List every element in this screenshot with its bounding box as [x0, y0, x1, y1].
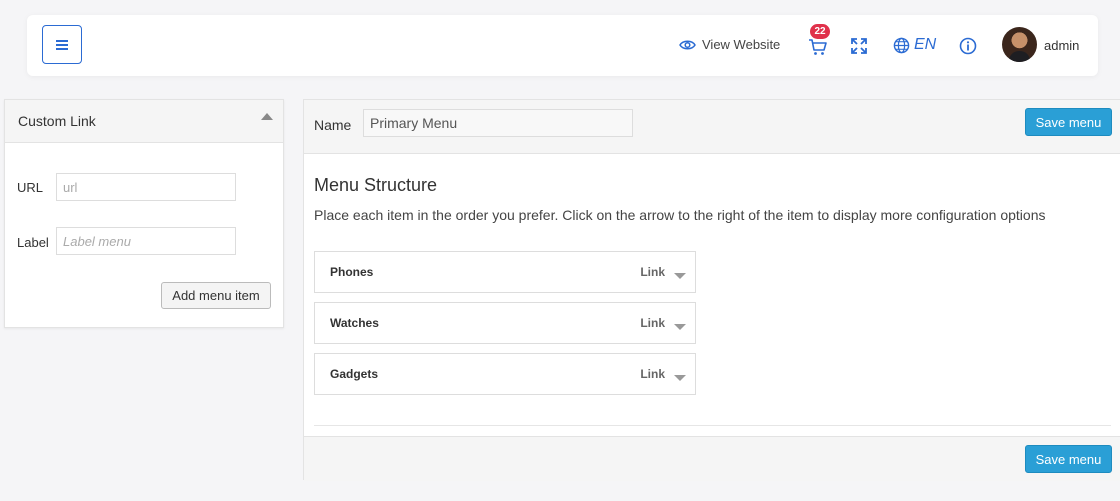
cart-count-badge: 22 [810, 24, 830, 39]
menu-header: Name Save menu [304, 100, 1120, 154]
avatar[interactable] [1002, 27, 1037, 62]
menu-structure-title: Menu Structure [314, 175, 438, 195]
menu-name-input[interactable] [363, 109, 633, 137]
add-menu-item-button[interactable]: Add menu item [161, 282, 271, 309]
url-label: URL [17, 180, 44, 195]
custom-link-panel: Custom Link URL Label Add menu item [4, 99, 284, 328]
chevron-down-icon[interactable] [674, 324, 686, 330]
menu-footer: Save menu [304, 436, 1120, 481]
save-menu-button-bottom[interactable]: Save menu [1025, 445, 1112, 473]
language-selector[interactable]: EN [893, 36, 936, 54]
sidebar-toggle-button[interactable] [42, 25, 82, 64]
top-bar: View Website 22 EN admin [27, 15, 1098, 76]
label-label: Label [17, 235, 49, 250]
menu-name-label: Name [314, 117, 352, 133]
menu-item-title: Gadgets [330, 367, 379, 381]
view-website-link[interactable]: View Website [679, 37, 780, 52]
custom-link-title: Custom Link [18, 113, 96, 129]
menu-icon [56, 39, 68, 50]
divider [314, 425, 1111, 426]
menu-item-watches[interactable]: Watches Link [314, 302, 696, 344]
chevron-down-icon[interactable] [674, 375, 686, 381]
info-icon[interactable] [959, 37, 977, 55]
save-menu-button-top[interactable]: Save menu [1025, 108, 1112, 136]
menu-item-type: Link [640, 367, 665, 381]
menu-structure-description: Place each item in the order you prefer.… [314, 207, 1046, 223]
label-input[interactable] [56, 227, 236, 255]
custom-link-header: Custom Link [5, 100, 283, 143]
menu-item-gadgets[interactable]: Gadgets Link [314, 353, 696, 395]
cart-icon[interactable] [808, 38, 828, 56]
globe-icon [893, 37, 910, 53]
menu-item-type: Link [640, 265, 665, 279]
chevron-down-icon[interactable] [674, 273, 686, 279]
menu-item-type: Link [640, 316, 665, 330]
language-label: EN [914, 36, 937, 53]
menu-item-title: Phones [330, 265, 374, 279]
menu-panel: Name Save menu Menu Structure Place each… [303, 99, 1120, 481]
expand-icon[interactable] [850, 37, 868, 55]
collapse-caret-icon[interactable] [261, 113, 273, 120]
eye-icon [679, 40, 696, 49]
menu-item-title: Watches [330, 316, 379, 330]
username-label[interactable]: admin [1044, 38, 1079, 53]
url-input[interactable] [56, 173, 236, 201]
view-website-label: View Website [702, 37, 781, 52]
menu-item-phones[interactable]: Phones Link [314, 251, 696, 293]
